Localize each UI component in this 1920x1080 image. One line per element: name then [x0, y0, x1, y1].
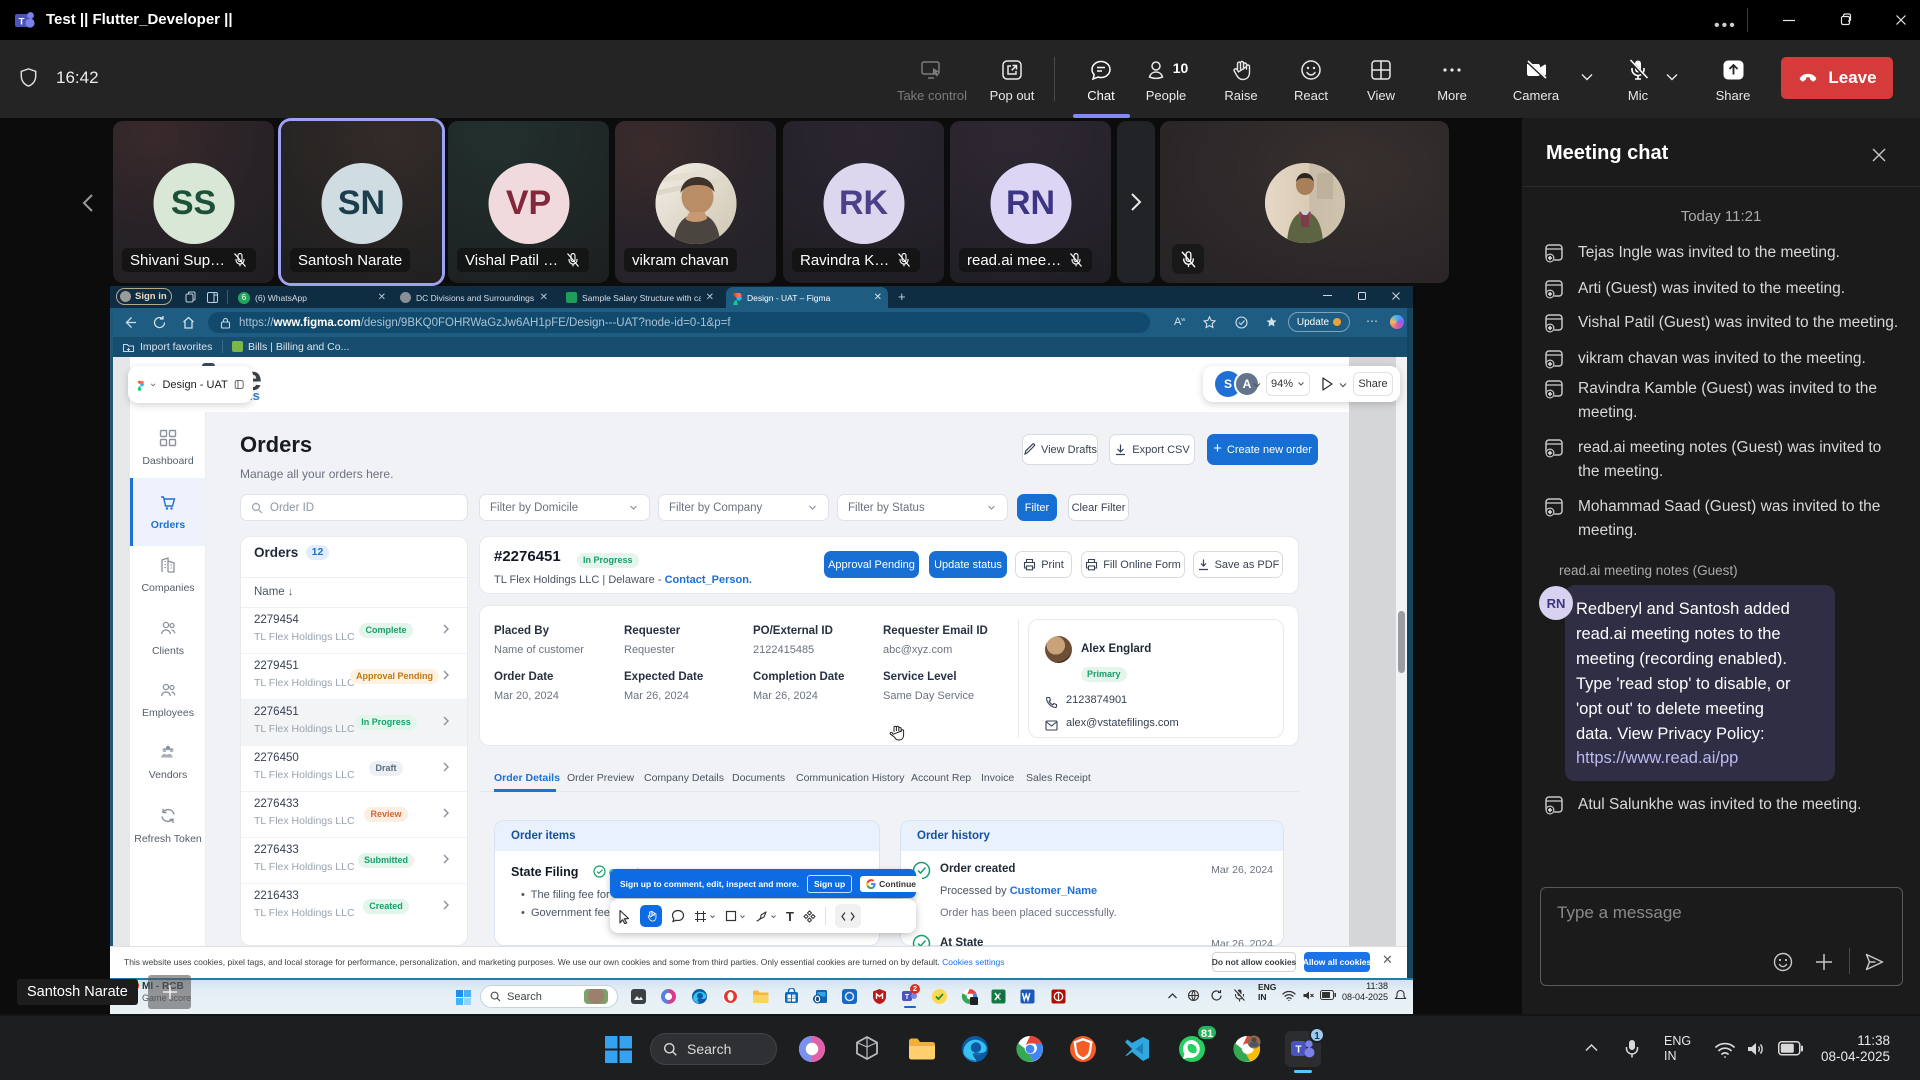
svg-text:T: T [19, 17, 25, 28]
svg-text:T: T [1295, 1045, 1301, 1056]
svg-text:T: T [905, 994, 910, 1001]
